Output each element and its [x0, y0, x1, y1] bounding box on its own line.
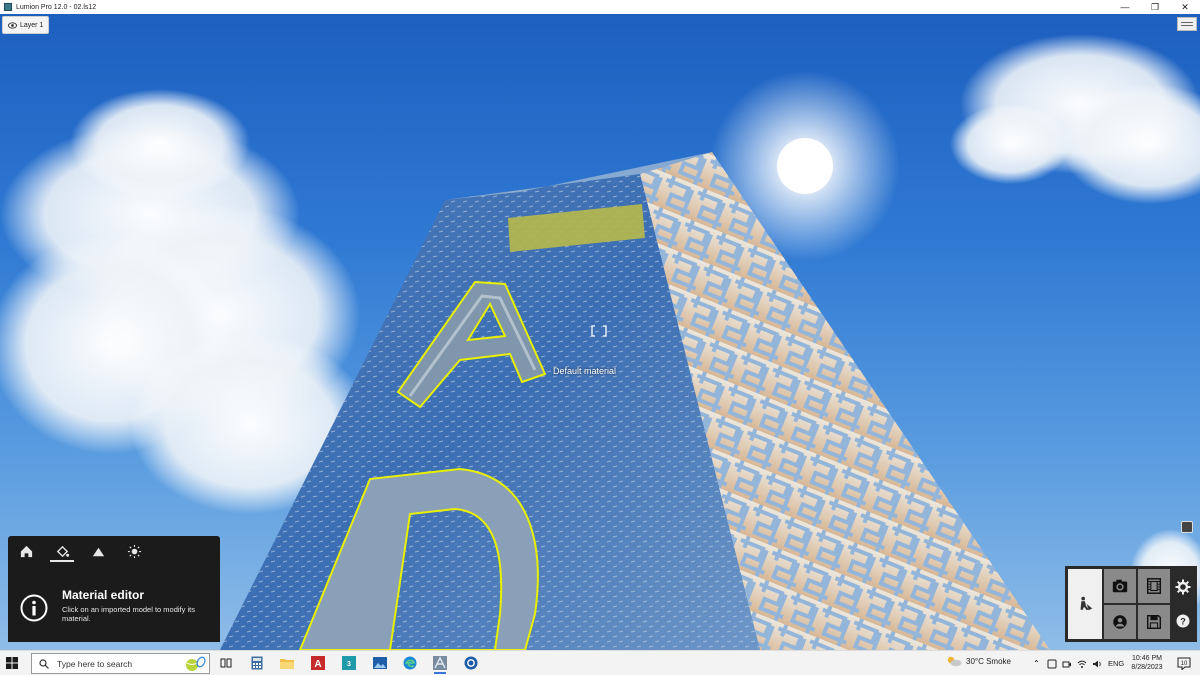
cloud-top-right: [950, 34, 1200, 204]
home-mode-button[interactable]: [8, 536, 44, 566]
svg-text:10: 10: [1181, 661, 1188, 667]
restore-icon: ❐: [1150, 1, 1160, 12]
window-title: Lumion Pro 12.0 - 02.ls12: [16, 3, 97, 11]
tray-app-button[interactable]: [1046, 658, 1057, 669]
close-button[interactable]: ✕: [1170, 0, 1200, 14]
task-view-icon: [220, 658, 232, 668]
window-title-bar: Lumion Pro 12.0 - 02.ls12 — ❐ ✕: [0, 0, 1200, 14]
build-mode-icon: [1080, 596, 1093, 611]
weather-widget[interactable]: 30°C Smoke: [946, 655, 1011, 667]
panorama-360-icon: [1113, 615, 1127, 629]
weather-smoke-icon: [947, 656, 962, 667]
movie-film-icon: [1146, 578, 1162, 594]
sun: [777, 138, 833, 194]
minimize-icon: —: [1120, 2, 1130, 12]
autocad-icon: A: [311, 656, 325, 670]
settings-gear-icon: [1175, 579, 1191, 595]
system-clock[interactable]: 10:46 PM 8/28/2023: [1127, 654, 1167, 672]
settings-button[interactable]: [1174, 578, 1192, 596]
lumion-app-icon: [4, 3, 12, 11]
landscape-icon: [92, 547, 104, 556]
calculator-icon: [251, 656, 263, 670]
weather-text: 30°C Smoke: [966, 656, 1011, 666]
search-placeholder: Type here to search: [57, 658, 133, 669]
mode-toolbar: [8, 536, 220, 566]
sketchup-taskbar-button[interactable]: [462, 654, 480, 672]
movie-mode-button[interactable]: [1138, 569, 1170, 603]
material-hover-label: Default material: [553, 366, 617, 376]
svg-text:A: A: [314, 659, 321, 670]
clock-time: 10:46 PM: [1132, 655, 1162, 662]
restore-button[interactable]: ❐: [1140, 0, 1170, 14]
edge-icon: [403, 656, 417, 670]
windows-taskbar: Type here to search A 3 30°C Smoke ⌃ ENG…: [0, 650, 1200, 675]
svg-text:?: ?: [1180, 617, 1186, 627]
photos-icon: [373, 657, 387, 669]
layer-menu-button[interactable]: [1177, 17, 1197, 31]
windows-start-icon[interactable]: [6, 657, 18, 669]
chevron-up-icon: ⌃: [1033, 659, 1040, 668]
svg-text:3: 3: [347, 661, 351, 668]
crosshair-icon: [591, 325, 607, 337]
3ds-max-icon: 3: [342, 656, 356, 670]
clock-date: 8/28/2023: [1131, 664, 1163, 671]
network-button[interactable]: [1076, 658, 1087, 669]
info-panel-text: Click on an imported model to modify its…: [62, 605, 195, 623]
sketchup-icon: [464, 656, 478, 670]
file-explorer-taskbar-button[interactable]: [278, 654, 296, 672]
cloud-left: [0, 89, 370, 514]
3ds-max-taskbar-button[interactable]: 3: [340, 654, 358, 672]
tray-meet-button[interactable]: [1061, 658, 1072, 669]
save-disk-icon: [1146, 614, 1162, 630]
layer-label: Layer 1: [20, 21, 44, 29]
wifi-icon: [1077, 660, 1086, 668]
notification-icon[interactable]: 10: [1177, 657, 1191, 670]
help-button[interactable]: ?: [1174, 612, 1192, 630]
side-toggle-button[interactable]: [1181, 521, 1193, 533]
file-explorer-icon: [280, 659, 294, 669]
help-icon: ?: [1176, 614, 1190, 628]
material-editor-info-panel: Material editor Click on an imported mod…: [8, 566, 220, 642]
lumion-icon: [433, 656, 447, 670]
landscape-mode-button[interactable]: [80, 536, 116, 566]
task-view-button[interactable]: [217, 654, 235, 672]
material-paint-icon: [56, 545, 69, 557]
autocad-taskbar-button[interactable]: A: [309, 654, 327, 672]
calculator-taskbar-button[interactable]: [248, 654, 266, 672]
search-icon: [39, 658, 49, 669]
weather-mode-button[interactable]: [116, 536, 152, 566]
taskbar-search-box[interactable]: Type here to search: [31, 653, 210, 674]
tray-chevron-button[interactable]: ⌃: [1031, 658, 1042, 669]
photos-taskbar-button[interactable]: [371, 654, 389, 672]
close-icon: ✕: [1181, 1, 1189, 12]
speaker-icon: [1092, 660, 1101, 667]
home-icon: [20, 545, 32, 557]
eye-icon: [8, 21, 17, 29]
volume-button[interactable]: [1091, 658, 1102, 669]
build-mode-button[interactable]: [1068, 569, 1102, 639]
tennis-search-highlight-icon: [186, 656, 206, 671]
sun-icon: [127, 544, 141, 558]
photo-mode-button[interactable]: [1104, 569, 1136, 603]
menu-line: [1181, 25, 1193, 26]
photo-camera-icon: [1112, 579, 1128, 593]
info-panel-title: Material editor: [62, 588, 145, 602]
tray-app-icon: [1047, 659, 1056, 668]
lumion-taskbar-button[interactable]: [431, 654, 449, 674]
edge-taskbar-button[interactable]: [401, 654, 419, 672]
camera-tray-icon: [1062, 661, 1071, 667]
layer-button[interactable]: Layer 1: [2, 16, 50, 34]
language-indicator[interactable]: ENG: [1108, 659, 1124, 668]
output-panel: ?: [1065, 566, 1197, 642]
save-button[interactable]: [1138, 605, 1170, 639]
panorama-mode-button[interactable]: [1104, 605, 1136, 639]
minimize-button[interactable]: —: [1110, 0, 1140, 14]
info-icon: [20, 594, 48, 622]
material-mode-button[interactable]: [44, 536, 80, 566]
menu-line: [1181, 22, 1193, 23]
